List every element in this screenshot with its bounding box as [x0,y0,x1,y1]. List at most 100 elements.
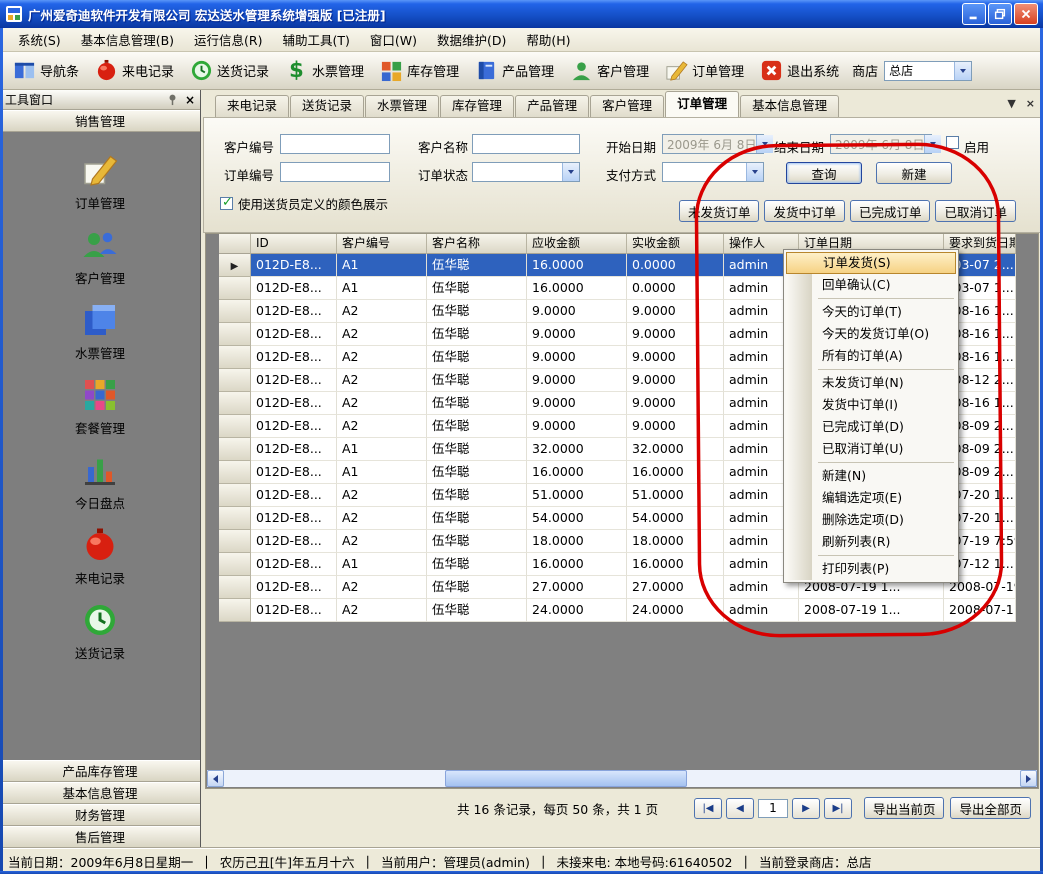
row-selector[interactable] [219,323,251,346]
row-selector[interactable] [219,530,251,553]
page-number-input[interactable] [758,799,788,818]
sidebar-close-icon[interactable]: × [185,93,195,107]
close-button[interactable] [1014,3,1038,25]
export-current-button[interactable]: 导出当前页 [864,797,945,819]
customer-name-input[interactable] [472,134,580,154]
sidebar-item-water-ticket[interactable]: 水票管理 [0,294,200,369]
context-menu-item[interactable]: 编辑选定项(E) [786,487,956,509]
status-filter-button[interactable]: 已完成订单 [850,200,931,222]
context-menu-item[interactable]: 打印列表(P) [786,558,956,580]
tab[interactable]: 水票管理 [365,95,439,117]
order-status-select[interactable] [472,162,580,182]
sidebar-item-inventory-today[interactable]: 今日盘点 [0,444,200,519]
row-selector[interactable] [219,415,251,438]
table-row[interactable]: 012D-E8... A2 伍华聪 24.0000 24.0000 admin … [219,599,1016,622]
tab[interactable]: 订单管理 [665,91,739,117]
tab[interactable]: 送货记录 [290,95,364,117]
status-filter-button[interactable]: 已取消订单 [935,200,1016,222]
sidebar-item-call-log[interactable]: 来电记录 [0,519,200,594]
dropdown-icon[interactable] [954,62,971,80]
scroll-right-button[interactable] [1020,770,1037,787]
row-selector[interactable] [219,369,251,392]
menu-item[interactable]: 运行信息(R) [184,27,272,52]
store-select[interactable]: 总店 [884,61,972,81]
toolbar-call-log-button[interactable]: 来电记录 [88,56,181,85]
minimize-button[interactable] [962,3,986,25]
color-display-option[interactable]: 使用送货员定义的颜色展示 [220,194,388,213]
end-date-picker[interactable]: 2009年 6月 8日 [830,134,932,154]
status-filter-button[interactable]: 发货中订单 [764,200,845,222]
dropdown-icon[interactable] [756,135,773,153]
context-menu-item[interactable]: 已完成订单(D) [786,416,956,438]
toolbar-stock-button[interactable]: 库存管理 [373,56,466,85]
row-selector[interactable] [219,392,251,415]
row-selector[interactable] [219,438,251,461]
sidebar-category-bar[interactable]: 基本信息管理 [0,782,200,804]
tab[interactable]: 基本信息管理 [740,95,839,117]
sidebar-item-package[interactable]: 套餐管理 [0,369,200,444]
header-receivable[interactable]: 应收金额 [527,234,627,254]
first-page-button[interactable]: |◀ [694,798,722,819]
tab-list-dropdown-icon[interactable]: ▼ [1007,97,1015,110]
menu-item[interactable]: 窗口(W) [360,27,427,52]
sidebar-item-order[interactable]: 订单管理 [0,144,200,219]
sidebar-item-customer[interactable]: 客户管理 [0,219,200,294]
row-selector[interactable] [219,254,251,277]
context-menu-item[interactable]: 删除选定项(D) [786,509,956,531]
enable-checkbox[interactable] [946,136,959,149]
header-id[interactable]: ID [251,234,337,254]
context-menu-item[interactable]: 所有的订单(A) [786,345,956,367]
next-page-button[interactable]: ▶ [792,798,820,819]
tab[interactable]: 产品管理 [515,95,589,117]
horizontal-scrollbar[interactable] [207,770,1037,787]
row-selector[interactable] [219,576,251,599]
restore-button[interactable] [988,3,1012,25]
context-menu-item[interactable]: 订单发货(S) [786,252,956,274]
order-no-input[interactable] [280,162,390,182]
header-customer-no[interactable]: 客户编号 [337,234,427,254]
toolbar-water-ticket-button[interactable]: $ 水票管理 [278,56,371,85]
export-all-button[interactable]: 导出全部页 [950,797,1031,819]
row-selector[interactable] [219,484,251,507]
sidebar-item-delivery-log[interactable]: 送货记录 [0,594,200,669]
status-filter-button[interactable]: 未发货订单 [679,200,760,222]
toolbar-product-button[interactable]: 产品管理 [468,56,561,85]
context-menu-item[interactable]: 今天的发货订单(O) [786,323,956,345]
menu-item[interactable]: 帮助(H) [516,27,580,52]
last-page-button[interactable]: ▶| [824,798,852,819]
dropdown-icon[interactable] [562,163,579,181]
scroll-thumb[interactable] [445,770,687,787]
customer-no-input[interactable] [280,134,390,154]
toolbar-exit-button[interactable]: 退出系统 [753,56,846,85]
pay-method-select[interactable] [662,162,764,182]
header-received[interactable]: 实收金额 [627,234,724,254]
row-selector[interactable] [219,300,251,323]
start-date-picker[interactable]: 2009年 6月 8日 [662,134,764,154]
context-menu-item[interactable]: 已取消订单(U) [786,438,956,460]
sidebar-category-bar[interactable]: 售后管理 [0,826,200,848]
scroll-left-button[interactable] [207,770,224,787]
row-selector[interactable] [219,277,251,300]
header-customer-name[interactable]: 客户名称 [427,234,527,254]
dropdown-icon[interactable] [746,163,763,181]
context-menu-item[interactable]: 新建(N) [786,465,956,487]
menu-item[interactable]: 辅助工具(T) [273,27,360,52]
dropdown-icon[interactable] [924,135,941,153]
row-selector[interactable] [219,507,251,530]
context-menu-item[interactable]: 发货中订单(I) [786,394,956,416]
tab[interactable]: 库存管理 [440,95,514,117]
sidebar-category-bar[interactable]: 产品库存管理 [0,760,200,782]
menu-item[interactable]: 基本信息管理(B) [71,27,184,52]
pin-icon[interactable] [166,93,179,106]
query-button[interactable]: 查询 [786,162,862,184]
row-selector[interactable] [219,599,251,622]
tab-close-icon[interactable]: × [1026,97,1035,110]
color-checkbox[interactable] [220,197,233,210]
row-selector[interactable] [219,346,251,369]
menu-item[interactable]: 系统(S) [8,27,71,52]
context-menu-item[interactable]: 未发货订单(N) [786,372,956,394]
tab[interactable]: 来电记录 [215,95,289,117]
toolbar-navigator-button[interactable]: 导航条 [6,56,86,85]
row-selector[interactable] [219,461,251,484]
row-selector[interactable] [219,553,251,576]
